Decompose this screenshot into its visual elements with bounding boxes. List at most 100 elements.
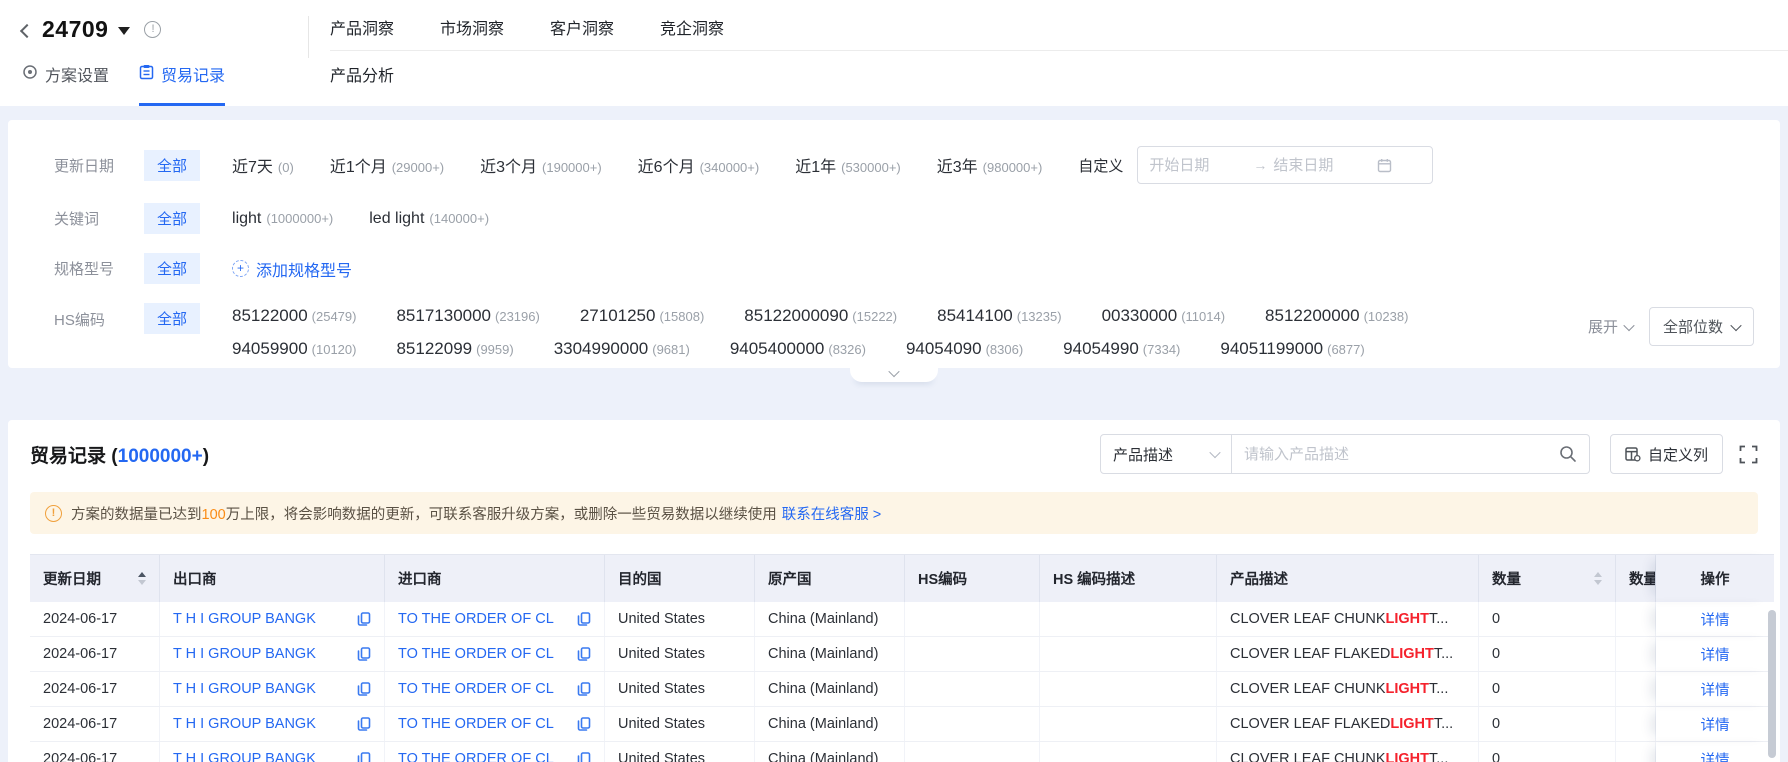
detail-link[interactable]: 详情 <box>1701 679 1730 700</box>
filter-label: 更新日期 <box>54 157 115 175</box>
vertical-scrollbar[interactable] <box>1768 610 1776 758</box>
copy-icon[interactable] <box>569 717 591 731</box>
keyword-highlight: LIGHT <box>1390 716 1434 732</box>
nav-customer-insight[interactable]: 客户洞察 <box>550 15 614 39</box>
hs-code-option[interactable]: 94059900 (10120) <box>232 339 356 359</box>
col-header-quantity[interactable]: 数量 <box>1479 555 1616 602</box>
hs-code-option[interactable]: 8512200000 (10238) <box>1265 306 1408 326</box>
sort-icon[interactable] <box>138 572 146 585</box>
custom-date-label[interactable]: 自定义 <box>1078 155 1123 176</box>
hs-code-option[interactable]: 94054990 (7334) <box>1063 339 1180 359</box>
keyword-all-chip[interactable]: 全部 <box>144 203 201 234</box>
back-icon[interactable] <box>19 23 35 38</box>
nav-competitor-insight[interactable]: 竞企洞察 <box>660 15 724 39</box>
exporter-link[interactable]: T H I GROUP BANGK <box>173 681 316 697</box>
table-row: 2024-06-17 T H I GROUP BANGK TO THE ORDE… <box>30 602 1774 637</box>
update-date-option[interactable]: 近3年 (980000+) <box>937 153 1043 177</box>
cell-hs-desc <box>1040 742 1217 762</box>
importer-link[interactable]: TO THE ORDER OF CL <box>398 751 554 762</box>
keyword-option[interactable]: led light (140000+) <box>369 210 489 228</box>
cell-product-desc: CLOVER LEAF CHUNK LIGHT T... <box>1217 602 1479 636</box>
hs-code-option[interactable]: 85122000090 (15222) <box>744 306 897 326</box>
fullscreen-icon[interactable] <box>1739 445 1758 464</box>
info-icon[interactable]: ! <box>144 21 162 38</box>
copy-icon[interactable] <box>569 612 591 626</box>
spec-all-chip[interactable]: 全部 <box>144 253 201 284</box>
hs-code-option[interactable]: 8517130000 (23196) <box>396 306 539 326</box>
cell-exporter: T H I GROUP BANGK <box>160 707 385 741</box>
search-category-select[interactable]: 产品描述 <box>1099 434 1232 474</box>
sort-icon[interactable] <box>1594 572 1602 585</box>
collapse-filters-button[interactable] <box>850 365 938 382</box>
hs-digits-select[interactable]: 全部位数 <box>1648 307 1754 346</box>
arrow-right-icon: → <box>1253 157 1268 173</box>
nav-market-insight[interactable]: 市场洞察 <box>440 15 504 39</box>
detail-link[interactable]: 详情 <box>1701 609 1730 630</box>
update-date-option[interactable]: 近7天 (0) <box>232 153 294 177</box>
copy-icon[interactable] <box>349 647 371 661</box>
update-date-all-chip[interactable]: 全部 <box>144 149 201 181</box>
detail-link[interactable]: 详情 <box>1701 714 1730 735</box>
exporter-link[interactable]: T H I GROUP BANGK <box>173 716 316 732</box>
hs-code-option[interactable]: 85122000 (25479) <box>232 306 356 326</box>
hs-all-chip[interactable]: 全部 <box>144 303 201 334</box>
keyword-option[interactable]: light (1000000+) <box>232 210 333 228</box>
exporter-link[interactable]: T H I GROUP BANGK <box>173 646 316 662</box>
nav-product-insight[interactable]: 产品洞察 <box>330 15 394 39</box>
copy-icon[interactable] <box>349 752 371 762</box>
hs-code-option[interactable]: 85414100 (13235) <box>937 306 1061 326</box>
hs-expand-toggle[interactable]: 展开 <box>1588 316 1635 337</box>
exporter-link[interactable]: T H I GROUP BANGK <box>173 611 316 627</box>
detail-link[interactable]: 详情 <box>1701 644 1730 665</box>
filter-label: HS编码 <box>54 312 105 329</box>
search-icon[interactable] <box>1559 445 1577 463</box>
divider <box>308 16 309 58</box>
plan-selector[interactable]: 24709 ! <box>19 16 162 43</box>
update-date-option[interactable]: 近6个月 (340000+) <box>638 153 760 177</box>
keyword-highlight: LIGHT <box>1385 681 1430 697</box>
hs-code-option[interactable]: 3304990000 (9681) <box>554 339 690 359</box>
cell-quantity-unit <box>1616 707 1656 741</box>
hs-code-option[interactable]: 94051199000 (6877) <box>1220 339 1364 359</box>
hs-code-option[interactable]: 00330000 (11014) <box>1102 306 1225 326</box>
filter-panel: 更新日期 全部 近7天 (0) 近1个月 (29000+) 近3个月 (190000+… <box>8 120 1780 382</box>
search-input[interactable] <box>1243 445 1559 463</box>
update-date-option[interactable]: 近3个月 (190000+) <box>480 153 602 177</box>
copy-icon[interactable] <box>349 717 371 731</box>
customize-columns-button[interactable]: 自定义列 <box>1609 434 1723 474</box>
contact-support-link[interactable]: 联系在线客服 > <box>782 507 882 523</box>
end-date-input[interactable] <box>1273 156 1372 174</box>
importer-link[interactable]: TO THE ORDER OF CL <box>398 681 554 697</box>
copy-icon[interactable] <box>349 682 371 696</box>
cell-importer: TO THE ORDER OF CL <box>385 707 605 741</box>
importer-link[interactable]: TO THE ORDER OF CL <box>398 716 554 732</box>
hs-code-option[interactable]: 27101250 (15808) <box>580 306 704 326</box>
copy-icon[interactable] <box>569 647 591 661</box>
detail-link[interactable]: 详情 <box>1701 749 1730 762</box>
hs-code-option[interactable]: 94054090 (8306) <box>906 339 1023 359</box>
cell-exporter: T H I GROUP BANGK <box>160 602 385 636</box>
plan-id[interactable]: 24709 <box>42 16 108 43</box>
update-date-option[interactable]: 近1个月 (29000+) <box>330 153 444 177</box>
subnav-product-analysis[interactable]: 产品分析 <box>330 62 394 86</box>
chevron-down-icon[interactable] <box>118 27 131 35</box>
add-spec-button[interactable]: + 添加规格型号 <box>232 257 352 281</box>
tab-trade-records[interactable]: 贸易记录 <box>139 58 226 106</box>
cell-action: 详情 <box>1656 672 1774 706</box>
date-range-picker[interactable]: → <box>1137 146 1434 184</box>
col-header-update-date[interactable]: 更新日期 <box>30 555 160 602</box>
keyword-highlight: LIGHT <box>1385 611 1430 627</box>
cell-exporter: T H I GROUP BANGK <box>160 637 385 671</box>
exporter-link[interactable]: T H I GROUP BANGK <box>173 751 316 762</box>
update-date-option[interactable]: 近1年 (530000+) <box>795 153 901 177</box>
cell-destination: United States <box>605 602 755 636</box>
copy-icon[interactable] <box>569 752 591 762</box>
tab-plan-settings[interactable]: 方案设置 <box>22 58 109 106</box>
hs-code-option[interactable]: 85122099 (9959) <box>396 339 513 359</box>
start-date-input[interactable] <box>1149 156 1248 174</box>
copy-icon[interactable] <box>569 682 591 696</box>
copy-icon[interactable] <box>349 612 371 626</box>
importer-link[interactable]: TO THE ORDER OF CL <box>398 611 554 627</box>
importer-link[interactable]: TO THE ORDER OF CL <box>398 646 554 662</box>
hs-code-option[interactable]: 9405400000 (8326) <box>730 339 866 359</box>
